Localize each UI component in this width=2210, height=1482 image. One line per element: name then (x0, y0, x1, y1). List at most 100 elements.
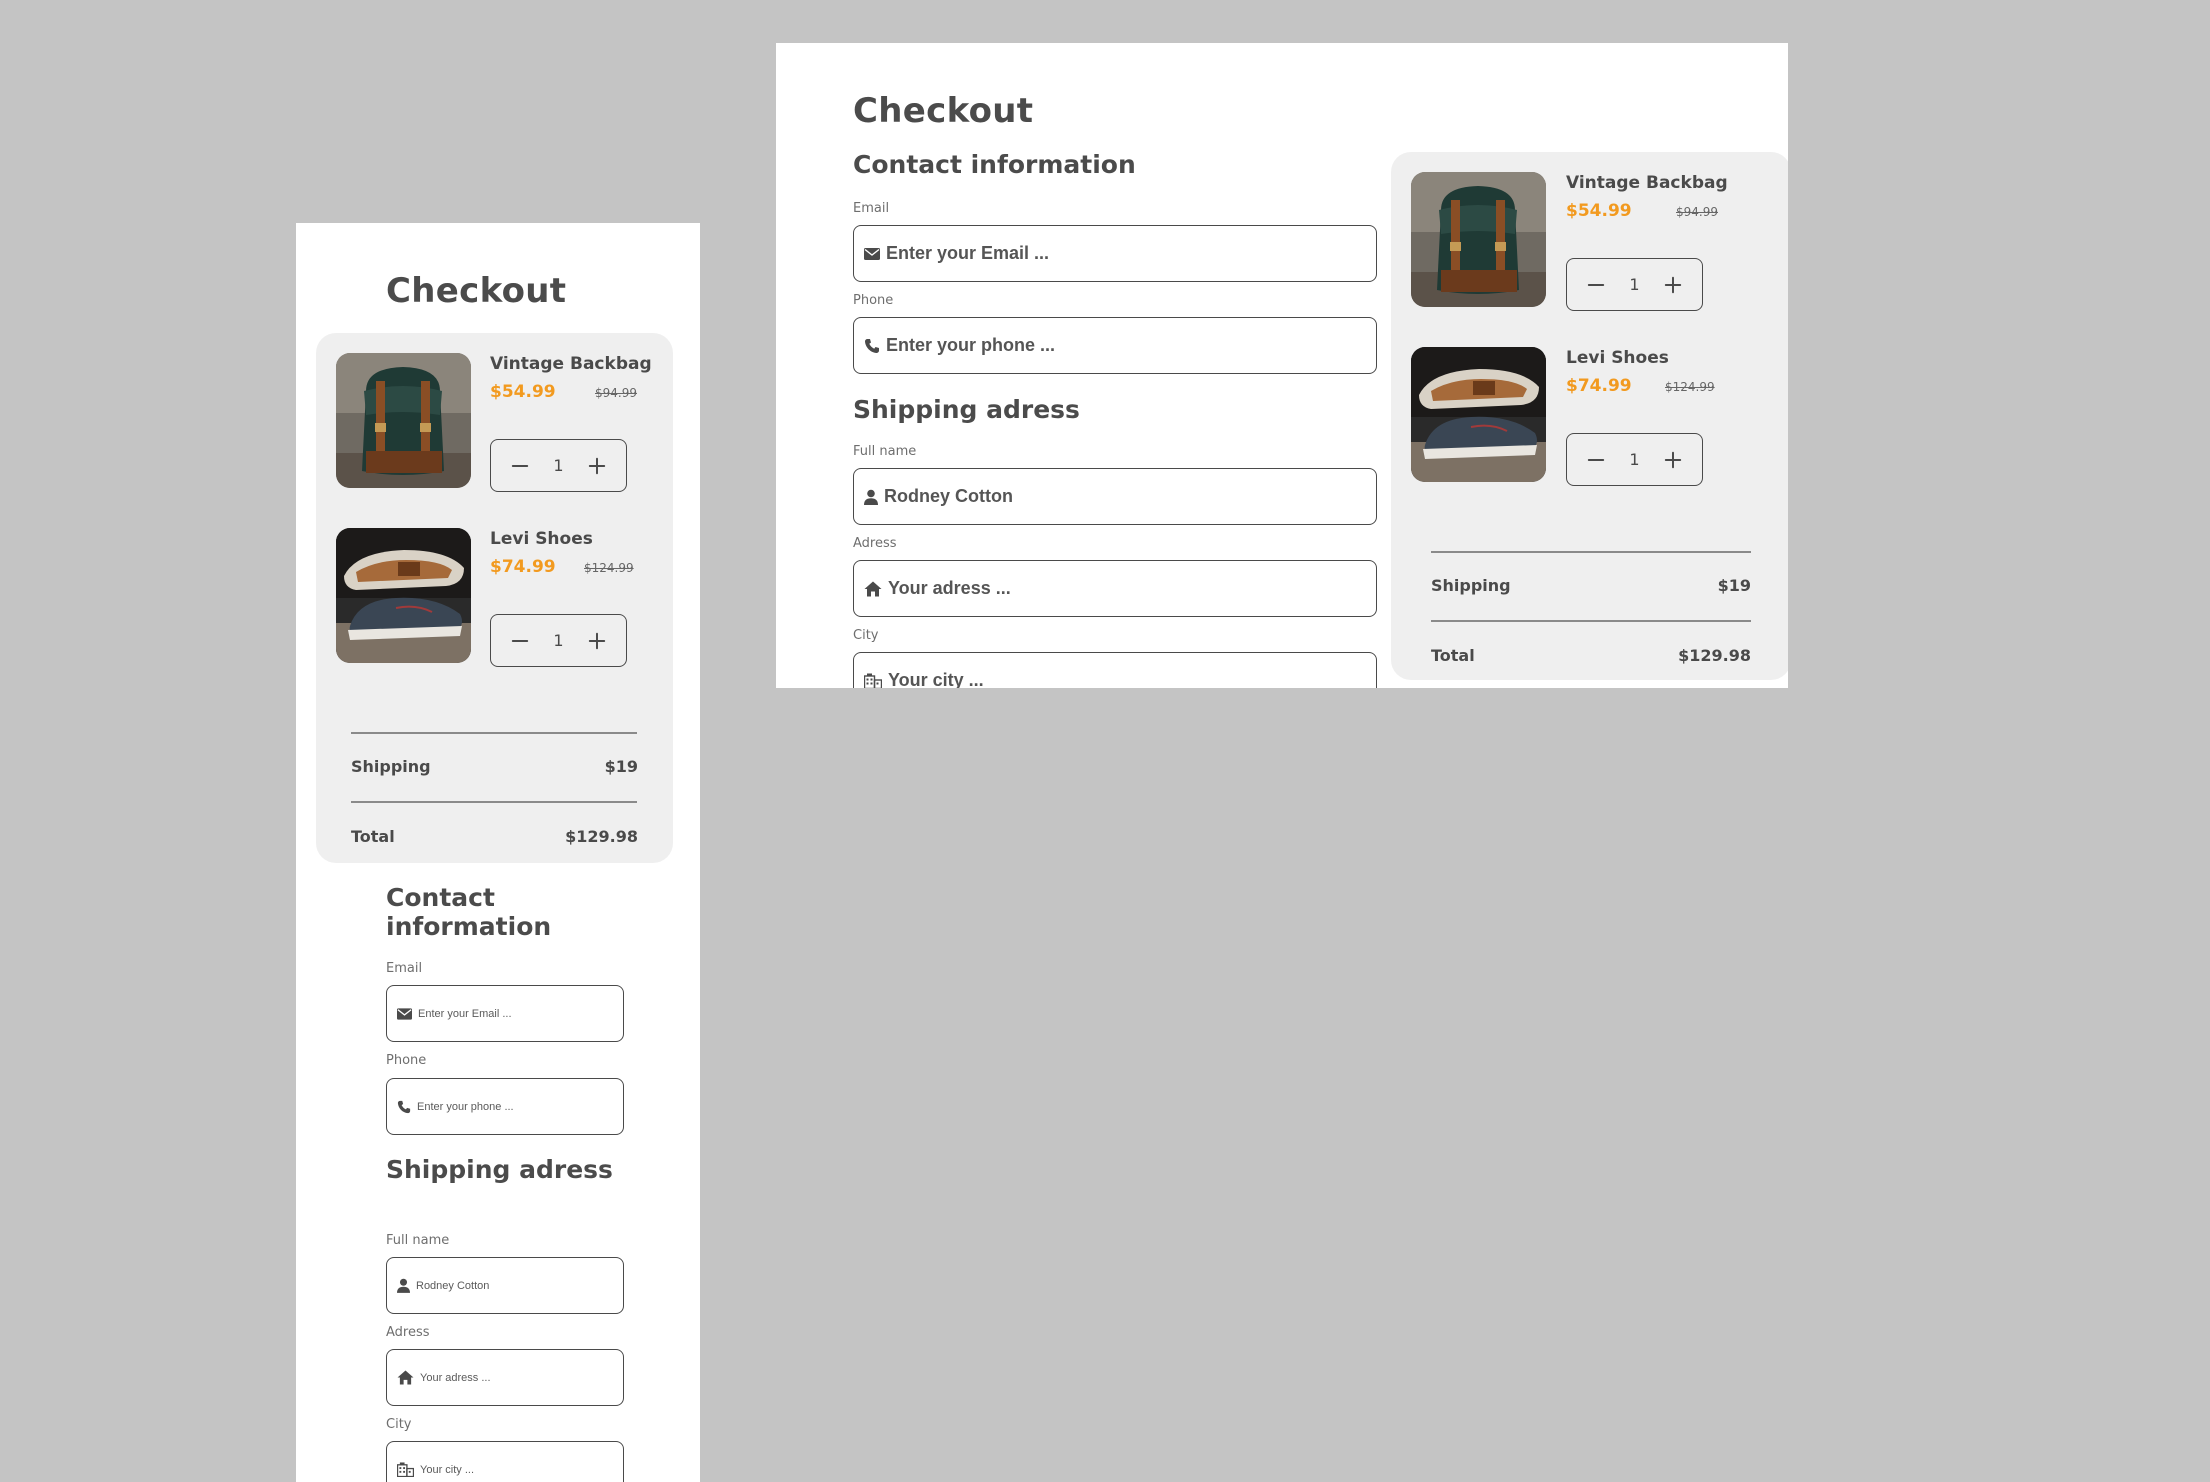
total-label: Total (351, 827, 395, 846)
phone-field[interactable]: Enter your phone ... (853, 317, 1377, 374)
quantity-stepper: 1 (490, 439, 627, 492)
plus-icon (1664, 276, 1682, 294)
address-field[interactable]: Your adress ... (853, 560, 1377, 617)
increase-quantity-button[interactable] (586, 455, 608, 477)
user-icon (864, 489, 878, 505)
city-label: City (386, 1417, 412, 1432)
product-name: Levi Shoes (1566, 348, 1669, 368)
shipping-value: $19 (1717, 576, 1751, 595)
home-icon (864, 581, 882, 597)
address-placeholder: Your adress ... (420, 1371, 491, 1384)
fullname-label: Full name (853, 444, 917, 459)
product-old-price: $124.99 (1665, 380, 1715, 394)
envelope-icon (864, 248, 880, 260)
fullname-field[interactable]: Rodney Cotton (386, 1257, 624, 1314)
home-icon (397, 1370, 414, 1385)
minus-icon (511, 632, 529, 650)
fullname-field[interactable]: Rodney Cotton (853, 468, 1377, 525)
phone-placeholder: Enter your phone ... (886, 335, 1056, 355)
divider (1431, 551, 1751, 553)
quantity-value: 1 (553, 631, 564, 650)
product-image-levi-shoes (336, 528, 471, 663)
page-title: Checkout (853, 91, 1034, 131)
phone-icon (864, 338, 880, 354)
quantity-stepper: 1 (1566, 433, 1703, 486)
quantity-value: 1 (553, 456, 564, 475)
total-value: $129.98 (565, 827, 638, 846)
city-label: City (853, 628, 879, 643)
cart-summary: Vintage Backbag $54.99 $94.99 1 Levi Sho… (1391, 152, 1788, 680)
fullname-value: Rodney Cotton (884, 486, 1013, 506)
address-label: Adress (853, 536, 897, 551)
contact-heading: Contact information (386, 883, 552, 941)
email-placeholder: Enter your Email ... (418, 1007, 512, 1020)
decrease-quantity-button[interactable] (509, 455, 531, 477)
decrease-quantity-button[interactable] (1585, 274, 1607, 296)
address-placeholder: Your adress ... (888, 578, 1011, 598)
total-label: Total (1431, 646, 1475, 665)
product-old-price: $94.99 (595, 386, 637, 400)
phone-field[interactable]: Enter your phone ... (386, 1078, 624, 1135)
desktop-checkout-panel: Checkout Contact information Email Enter… (776, 43, 1788, 688)
divider (1431, 620, 1751, 622)
building-icon (864, 673, 882, 689)
city-placeholder: Your city ... (420, 1463, 475, 1476)
quantity-stepper: 1 (1566, 258, 1703, 311)
quantity-value: 1 (1629, 450, 1640, 469)
product-image-vintage-backbag (1411, 172, 1546, 307)
quantity-stepper: 1 (490, 614, 627, 667)
city-field[interactable]: Your city ... (853, 652, 1377, 688)
building-icon (397, 1462, 414, 1477)
plus-icon (588, 632, 606, 650)
divider (351, 801, 637, 803)
product-name: Vintage Backbag (490, 354, 652, 374)
fullname-value: Rodney Cotton (416, 1279, 490, 1292)
decrease-quantity-button[interactable] (509, 630, 531, 652)
envelope-icon (397, 1008, 412, 1020)
email-field[interactable]: Enter your Email ... (386, 985, 624, 1042)
increase-quantity-button[interactable] (586, 630, 608, 652)
product-price: $54.99 (1566, 201, 1632, 221)
quantity-value: 1 (1629, 275, 1640, 294)
shipping-address-heading: Shipping adress (386, 1155, 613, 1184)
page-title: Checkout (386, 271, 567, 311)
contact-heading: Contact information (853, 150, 1136, 179)
user-icon (397, 1278, 410, 1293)
increase-quantity-button[interactable] (1662, 449, 1684, 471)
phone-label: Phone (386, 1053, 427, 1068)
product-old-price: $94.99 (1676, 205, 1718, 219)
decrease-quantity-button[interactable] (1585, 449, 1607, 471)
phone-label: Phone (853, 293, 894, 308)
product-image-levi-shoes (1411, 347, 1546, 482)
fullname-label: Full name (386, 1233, 450, 1248)
city-field[interactable]: Your city ... (386, 1441, 624, 1482)
email-label: Email (853, 201, 890, 216)
mobile-checkout-panel: Checkout Vintage Backbag $54.99 $94.99 1… (296, 223, 700, 1482)
address-field[interactable]: Your adress ... (386, 1349, 624, 1406)
email-label: Email (386, 961, 423, 976)
address-label: Adress (386, 1325, 430, 1340)
product-price: $74.99 (1566, 376, 1632, 396)
city-placeholder: Your city ... (888, 670, 984, 688)
shipping-address-heading: Shipping adress (853, 395, 1080, 424)
cart-summary: Vintage Backbag $54.99 $94.99 1 Levi Sho… (316, 333, 673, 863)
shipping-value: $19 (604, 757, 638, 776)
increase-quantity-button[interactable] (1662, 274, 1684, 296)
minus-icon (1587, 276, 1605, 294)
minus-icon (1587, 451, 1605, 469)
phone-placeholder: Enter your phone ... (417, 1100, 514, 1113)
product-image-vintage-backbag (336, 353, 471, 488)
product-name: Vintage Backbag (1566, 173, 1728, 193)
product-price: $54.99 (490, 382, 556, 402)
product-name: Levi Shoes (490, 529, 593, 549)
divider (351, 732, 637, 734)
minus-icon (511, 457, 529, 475)
phone-icon (397, 1100, 411, 1114)
product-old-price: $124.99 (584, 561, 634, 575)
email-field[interactable]: Enter your Email ... (853, 225, 1377, 282)
shipping-label: Shipping (351, 757, 431, 776)
shipping-label: Shipping (1431, 576, 1511, 595)
plus-icon (588, 457, 606, 475)
total-value: $129.98 (1678, 646, 1751, 665)
product-price: $74.99 (490, 557, 556, 577)
